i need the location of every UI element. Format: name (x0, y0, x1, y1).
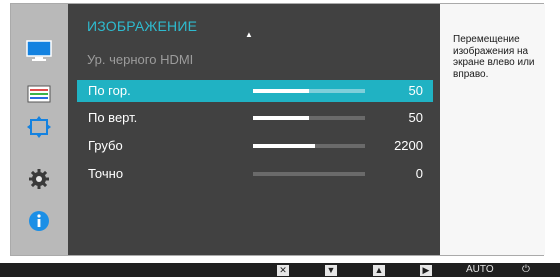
monitor-icon[interactable] (24, 39, 54, 63)
menu-panel: ИЗОБРАЖЕНИЕ ▲ Ур. черного HDMI По гор. 5… (68, 4, 440, 255)
slider-track[interactable] (253, 172, 365, 176)
auto-button[interactable]: AUTO (466, 264, 494, 276)
slider-fill (253, 144, 315, 148)
menu-item-fine[interactable]: Точно 0 (77, 163, 433, 185)
menu-item-v-position[interactable]: По верт. 50 (77, 107, 433, 129)
info-icon[interactable] (24, 209, 54, 233)
arrow-down-icon: ▼ (326, 265, 336, 275)
osd-window: ИЗОБРАЖЕНИЕ ▲ Ур. черного HDMI По гор. 5… (10, 3, 545, 256)
menu-item-h-position[interactable]: По гор. 50 (77, 80, 433, 102)
arrow-right-icon: ▶ (422, 265, 430, 275)
menu-item-value: 2200 (394, 138, 423, 153)
color-settings-icon[interactable] (24, 82, 54, 106)
menu-item-label: Точно (88, 166, 124, 181)
menu-item-label: По гор. (88, 83, 131, 98)
slider-track[interactable] (253, 89, 365, 93)
menu-item-value: 0 (415, 166, 423, 181)
menu-title: ИЗОБРАЖЕНИЕ (87, 18, 198, 34)
up-button[interactable]: ▲ (373, 265, 385, 276)
button-guide-bar: ✕ ▼ ▲ ▶ AUTO ⏻ (0, 263, 560, 277)
arrow-up-icon: ▲ (374, 265, 384, 275)
close-icon: ✕ (279, 265, 287, 275)
down-button[interactable]: ▼ (325, 265, 337, 276)
gear-icon[interactable] (24, 167, 54, 191)
slider-track[interactable] (253, 116, 365, 120)
slider-fill (253, 116, 309, 120)
scroll-up-icon[interactable]: ▲ (245, 30, 253, 39)
power-icon[interactable]: ⏻ (522, 264, 530, 276)
menu-item-value: 50 (408, 83, 423, 98)
menu-item-coarse[interactable]: Грубо 2200 (77, 135, 433, 157)
menu-item-label: По верт. (88, 110, 138, 125)
category-icon-column (11, 4, 68, 255)
menu-item-label: Грубо (88, 138, 123, 153)
help-text: Перемещение изображения на экране влево … (453, 34, 535, 80)
menu-item-value: 50 (408, 110, 423, 125)
close-button[interactable]: ✕ (277, 265, 289, 276)
slider-track[interactable] (253, 144, 365, 148)
menu-item-hdmi-black-level[interactable]: Ур. черного HDMI (87, 52, 193, 67)
size-position-icon[interactable] (24, 115, 54, 139)
help-panel: Перемещение изображения на экране влево … (440, 4, 545, 255)
slider-fill (253, 89, 309, 93)
enter-button[interactable]: ▶ (420, 265, 432, 276)
